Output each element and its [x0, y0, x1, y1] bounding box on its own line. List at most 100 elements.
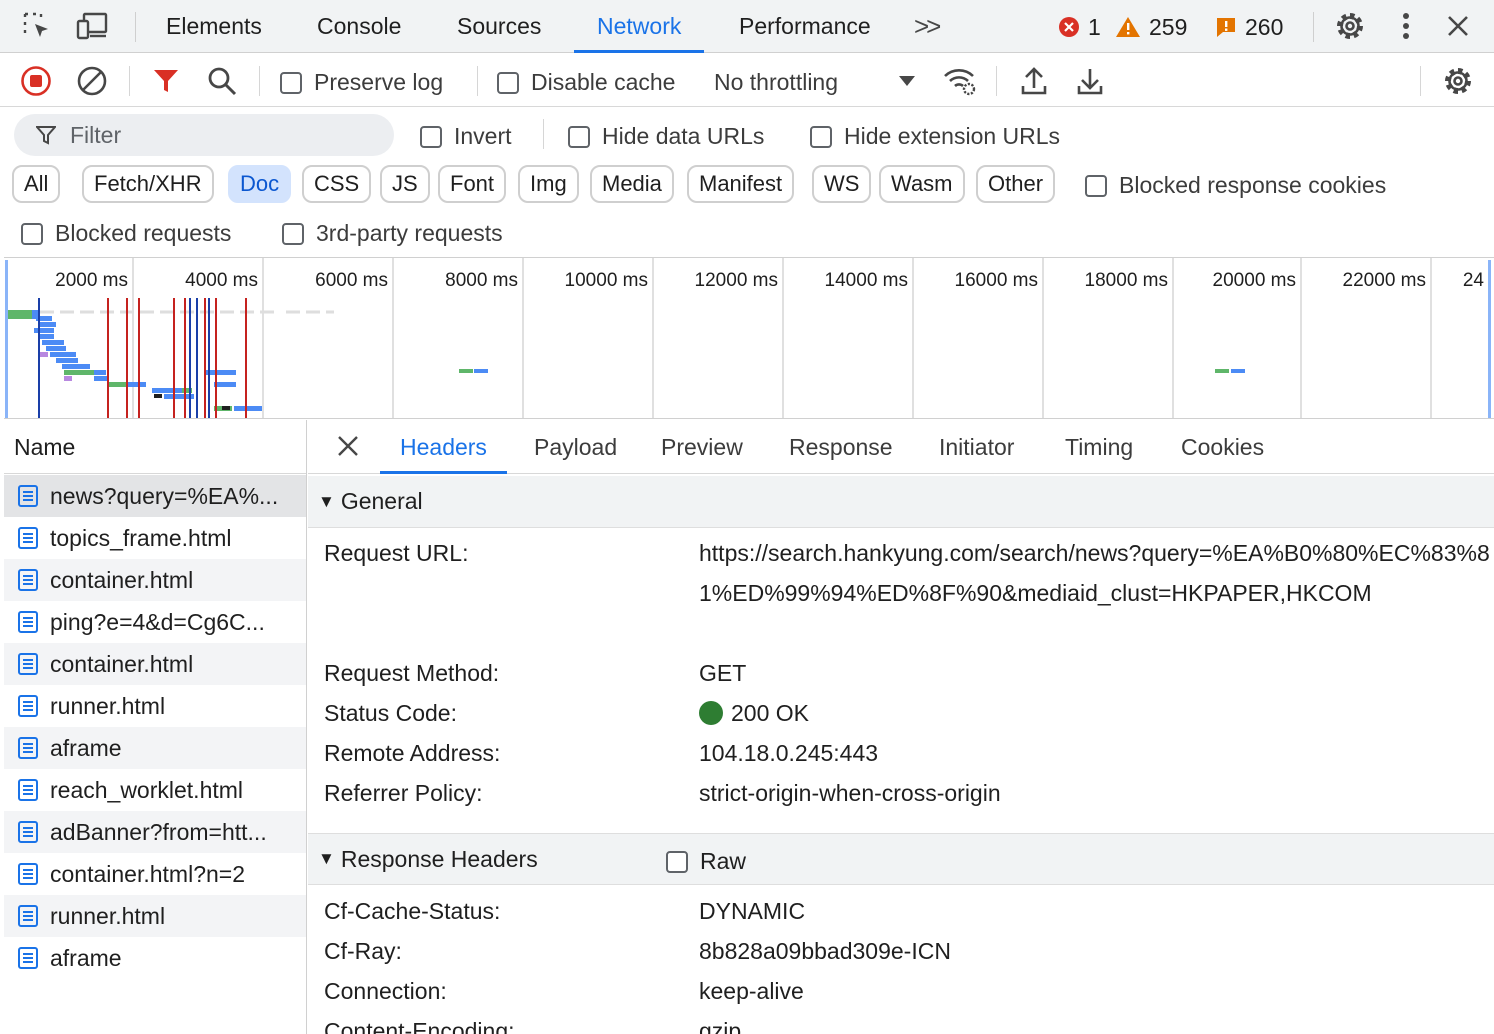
tab-performance[interactable]: Performance [739, 0, 871, 53]
hide-extension-urls-checkbox[interactable]: Hide extension URLs [810, 123, 1060, 150]
request-row[interactable]: container.html [4, 643, 306, 685]
tab-initiator[interactable]: Initiator [939, 420, 1014, 474]
request-row[interactable]: news?query=%EA%... [4, 475, 306, 517]
raw-headers-checkbox[interactable]: Raw [666, 848, 746, 875]
chip-ws[interactable]: WS [812, 165, 872, 203]
stop-recording-icon[interactable] [19, 64, 53, 98]
chip-font[interactable]: Font [438, 165, 507, 203]
invert-label: Invert [454, 123, 512, 149]
document-icon [18, 779, 38, 801]
tick-label: 12000 ms [695, 270, 778, 291]
document-icon [18, 527, 38, 549]
warning-counter[interactable]: 259 [1115, 12, 1187, 42]
chip-all[interactable]: All [12, 165, 61, 203]
search-icon[interactable] [205, 64, 239, 98]
tab-response[interactable]: Response [789, 420, 893, 474]
more-tabs-button[interactable]: >> [914, 0, 941, 53]
device-toolbar-icon[interactable] [76, 10, 108, 42]
header-key: Cf-Cache-Status: [324, 898, 501, 924]
header-value: DYNAMIC [699, 898, 806, 924]
referrer-policy-label: Referrer Policy: [324, 780, 483, 806]
settings-gear-icon[interactable] [1334, 10, 1366, 42]
name-column-header[interactable]: Name [4, 420, 306, 474]
close-devtools-icon[interactable] [1442, 10, 1474, 42]
request-name: runner.html [50, 902, 166, 929]
tab-preview[interactable]: Preview [661, 420, 743, 474]
error-count: 1 [1088, 13, 1101, 40]
close-details-icon[interactable] [337, 435, 361, 459]
tab-timing[interactable]: Timing [1065, 420, 1133, 474]
request-name: topics_frame.html [50, 524, 232, 551]
import-har-upload-icon[interactable] [1017, 64, 1051, 98]
request-row[interactable]: reach_worklet.html [4, 769, 306, 811]
chip-media[interactable]: Media [590, 165, 674, 203]
network-settings-gear-icon[interactable] [1441, 64, 1475, 98]
referrer-policy-value: strict-origin-when-cross-origin [699, 780, 1001, 806]
disable-cache-checkbox[interactable]: Disable cache [497, 69, 675, 96]
request-method-label: Request Method: [324, 660, 500, 686]
document-icon [18, 611, 38, 633]
chip-js[interactable]: JS [380, 165, 430, 203]
request-row[interactable]: runner.html [4, 685, 306, 727]
tab-payload[interactable]: Payload [534, 420, 617, 474]
request-url-label: Request URL: [324, 540, 469, 566]
chip-doc[interactable]: Doc [228, 165, 292, 203]
invert-checkbox[interactable]: Invert [420, 123, 512, 150]
general-section-header[interactable]: ▼ General [308, 476, 1494, 528]
remote-address-value: 104.18.0.245:443 [699, 740, 879, 766]
request-row[interactable]: container.html?n=2 [4, 853, 306, 895]
chip-img[interactable]: Img [518, 165, 579, 203]
blocked-requests-checkbox[interactable]: Blocked requests [21, 220, 231, 247]
tab-cookies[interactable]: Cookies [1181, 420, 1264, 474]
request-row[interactable]: container.html [4, 559, 306, 601]
inspect-element-icon[interactable] [21, 10, 53, 42]
tab-headers[interactable]: Headers [380, 420, 507, 474]
request-url-value: https://search.hankyung.com/search/news?… [699, 540, 1490, 606]
third-party-requests-checkbox[interactable]: 3rd-party requests [282, 220, 503, 247]
request-name: news?query=%EA%... [50, 482, 279, 509]
request-row[interactable]: ping?e=4&d=Cg6C... [4, 601, 306, 643]
preserve-log-checkbox[interactable]: Preserve log [280, 69, 443, 96]
request-row[interactable]: adBanner?from=htt... [4, 811, 306, 853]
throttling-select[interactable]: No throttling [714, 69, 838, 96]
hide-data-urls-checkbox[interactable]: Hide data URLs [568, 123, 764, 150]
network-overview-timeline[interactable]: 2000 ms 4000 ms 6000 ms 8000 ms 10000 ms… [4, 257, 1494, 419]
request-details-panel: Headers Payload Preview Response Initiat… [308, 420, 1494, 1034]
issues-counter[interactable]: 260 [1215, 12, 1283, 42]
request-row[interactable]: aframe [4, 937, 306, 979]
chip-manifest[interactable]: Manifest [687, 165, 795, 203]
tab-elements[interactable]: Elements [166, 0, 262, 53]
request-row[interactable]: runner.html [4, 895, 306, 937]
tick-label: 24 [1463, 270, 1485, 291]
chip-other[interactable]: Other [976, 165, 1056, 203]
expand-triangle-icon: ▼ [318, 491, 335, 511]
document-icon [18, 695, 38, 717]
request-name: container.html [50, 650, 194, 677]
error-counter[interactable]: 1 [1058, 12, 1101, 42]
request-row[interactable]: aframe [4, 727, 306, 769]
general-title: General [340, 488, 423, 514]
filter-input[interactable]: Filter [14, 114, 394, 156]
request-row[interactable]: topics_frame.html [4, 517, 306, 559]
request-name: reach_worklet.html [50, 776, 244, 803]
more-options-icon[interactable] [1390, 10, 1422, 42]
export-har-download-icon[interactable] [1073, 64, 1107, 98]
tick-label: 2000 ms [55, 270, 128, 291]
network-conditions-icon[interactable] [943, 64, 977, 98]
chip-wasm[interactable]: Wasm [879, 165, 965, 203]
blocked-response-cookies-checkbox[interactable]: Blocked response cookies [1085, 172, 1386, 199]
response-headers-section-header[interactable]: ▼ Response Headers [308, 833, 1494, 885]
dropdown-arrow-icon[interactable] [890, 64, 924, 98]
request-name: adBanner?from=htt... [50, 818, 267, 845]
tab-network[interactable]: Network [573, 0, 705, 53]
chip-css[interactable]: CSS [302, 165, 372, 203]
chip-fetch-xhr[interactable]: Fetch/XHR [82, 165, 214, 203]
filter-funnel-icon[interactable] [149, 64, 183, 98]
clear-log-icon[interactable] [75, 64, 109, 98]
tab-console[interactable]: Console [317, 0, 401, 53]
request-name: ping?e=4&d=Cg6C... [50, 608, 265, 635]
header-value: 8b828a09bbad309e-ICN [699, 938, 951, 964]
remote-address-label: Remote Address: [324, 740, 501, 766]
tab-sources[interactable]: Sources [457, 0, 541, 53]
issue-icon [1217, 18, 1235, 37]
